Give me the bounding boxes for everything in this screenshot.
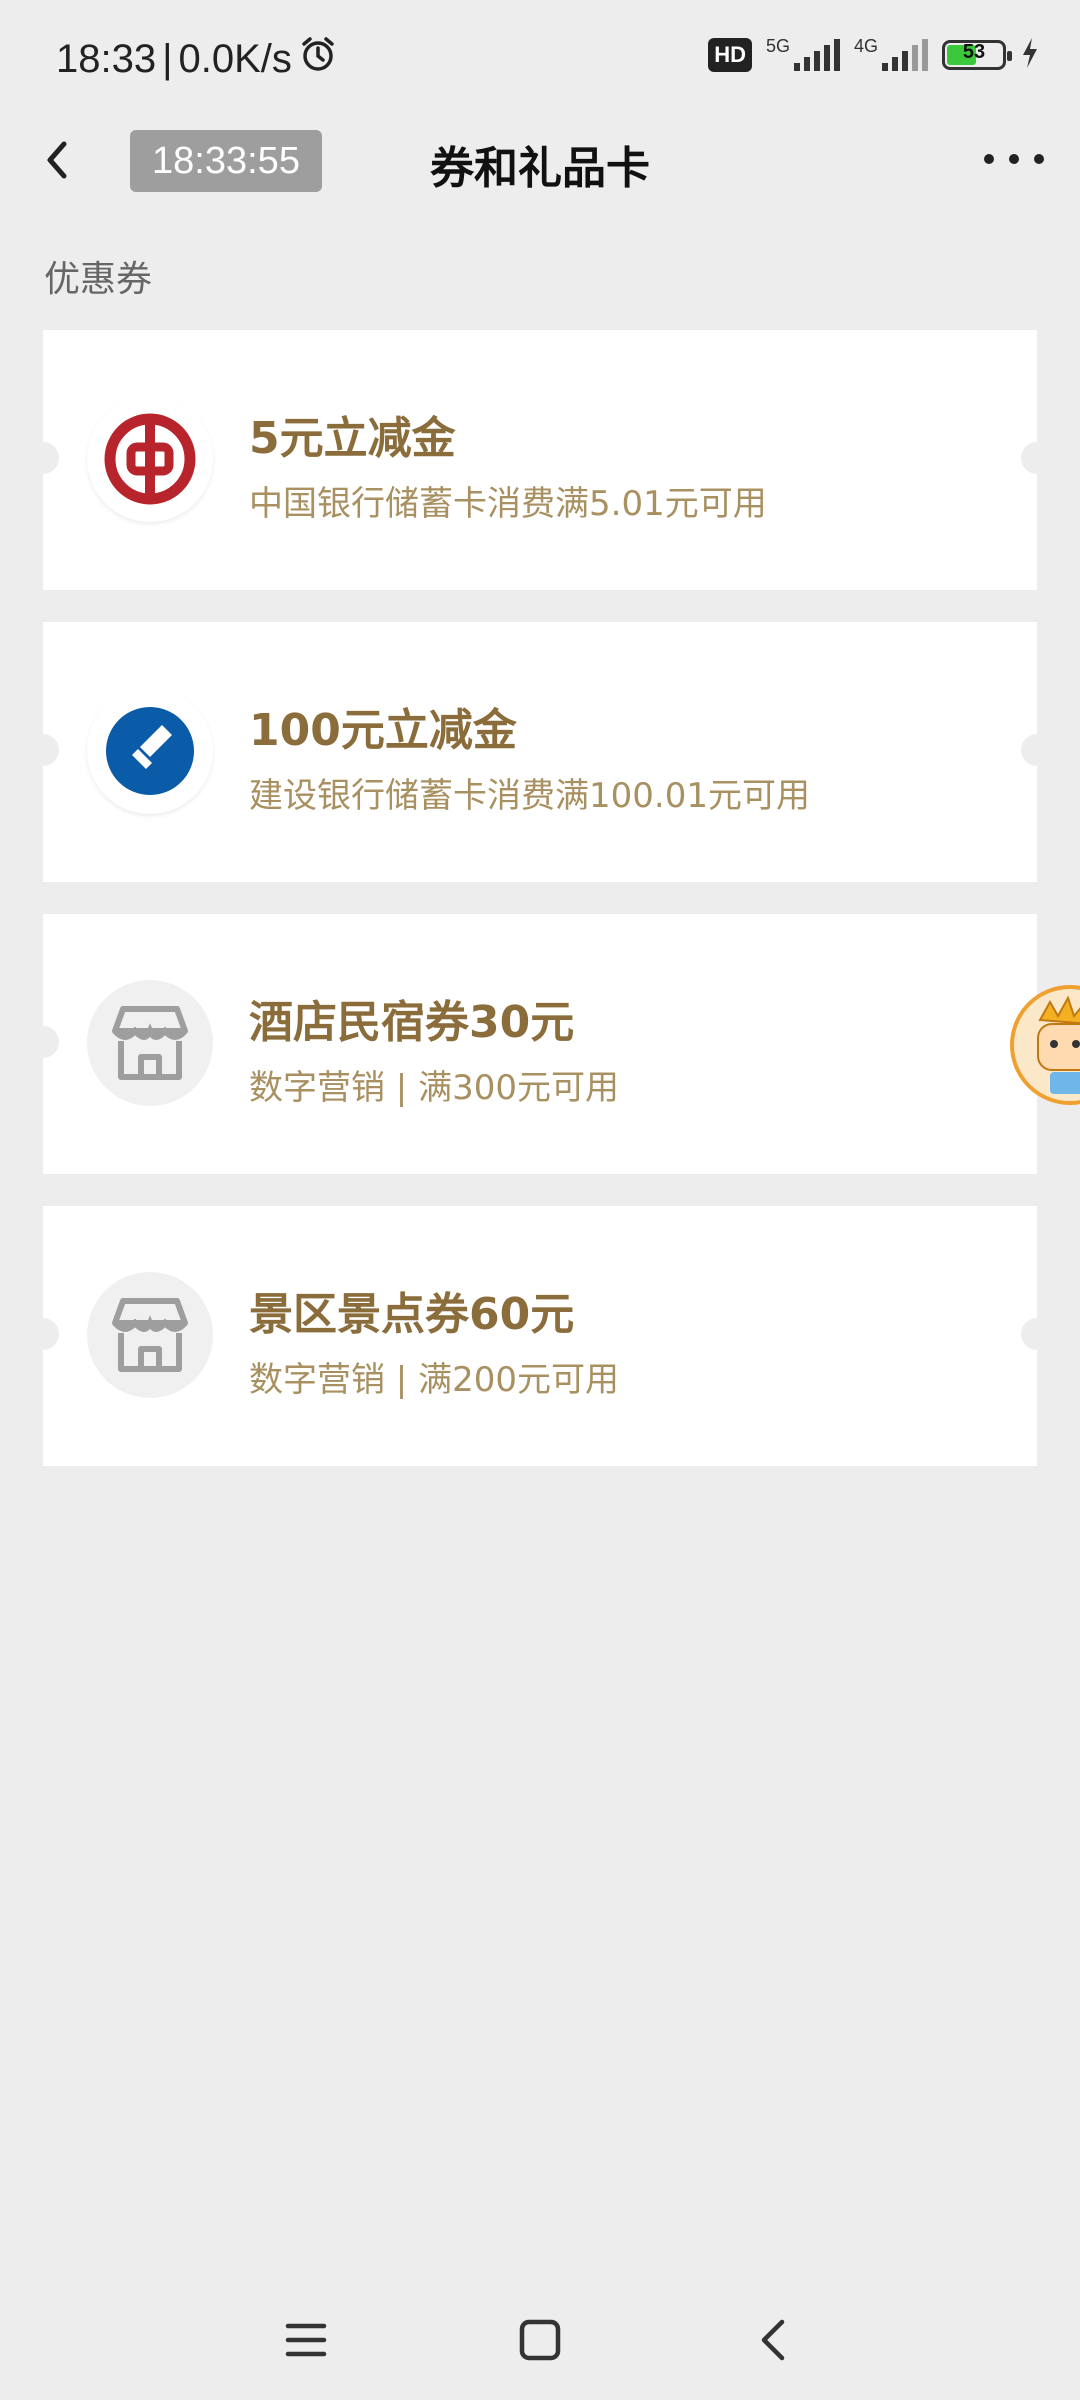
status-separator: | xyxy=(162,36,173,81)
coupon-description: 建设银行储蓄卡消费满100.01元可用 xyxy=(249,776,810,816)
back-icon xyxy=(761,2319,785,2361)
coupon-card[interactable]: 景区景点券60元 数字营销 | 满200元可用 xyxy=(27,1206,1053,1466)
status-bar: 18:33 | 0.0K/s HD 5G 4G 53 xyxy=(0,0,1080,120)
sim1-signal: 5G xyxy=(765,36,840,71)
coupon-description: 数字营销 | 满300元可用 xyxy=(249,1068,619,1108)
signal-bars-icon xyxy=(793,39,840,71)
status-time: 18:33 xyxy=(56,36,157,81)
sim1-network-label: 5G xyxy=(765,36,790,56)
status-right: HD 5G 4G 53 xyxy=(708,36,1040,74)
battery-icon: 53 xyxy=(942,40,1012,70)
card-notch xyxy=(1021,734,1053,766)
coupon-description: 中国银行储蓄卡消费满5.01元可用 xyxy=(249,484,767,524)
card-notch xyxy=(1021,1318,1053,1350)
card-notch xyxy=(1021,442,1053,474)
network-speed: 0.0K/s xyxy=(178,36,292,81)
store-icon xyxy=(87,1272,213,1398)
card-notch xyxy=(27,1318,59,1350)
coupon-card[interactable]: 酒店民宿券30元 数字营销 | 满300元可用 xyxy=(27,914,1053,1174)
charging-icon xyxy=(1020,36,1040,74)
sim2-signal: 4G xyxy=(853,36,928,71)
home-button[interactable] xyxy=(510,2310,570,2370)
menu-icon xyxy=(285,2323,327,2357)
coupon-card[interactable]: 100元立减金 建设银行储蓄卡消费满100.01元可用 xyxy=(27,622,1053,882)
coupon-description: 数字营销 | 满200元可用 xyxy=(249,1360,619,1400)
signal-bars-icon xyxy=(882,39,928,71)
coupon-title: 景区景点券60元 xyxy=(249,1289,575,1340)
card-notch xyxy=(27,734,59,766)
card-notch xyxy=(27,1026,59,1058)
more-options-button[interactable] xyxy=(984,134,1044,184)
coupon-title: 酒店民宿券30元 xyxy=(249,997,575,1048)
boc-logo-icon xyxy=(87,396,213,522)
more-dot-icon xyxy=(984,154,994,164)
hd-voice-badge: HD xyxy=(708,38,752,72)
battery-level: 53 xyxy=(962,41,986,63)
home-icon xyxy=(519,2319,561,2361)
card-notch xyxy=(27,442,59,474)
coupon-title: 100元立减金 xyxy=(249,705,517,756)
header: 18:33:55 券和礼品卡 xyxy=(0,120,1080,200)
more-dot-icon xyxy=(1009,154,1019,164)
system-navigation-bar xyxy=(0,2280,1080,2400)
page-title: 券和礼品卡 xyxy=(430,143,650,194)
floating-mascot-icon[interactable] xyxy=(1010,980,1080,1110)
more-dot-icon xyxy=(1034,154,1044,164)
coupon-title: 5元立减金 xyxy=(249,413,456,464)
section-title: 优惠券 xyxy=(44,259,153,300)
ccb-logo-icon xyxy=(87,688,213,814)
store-icon xyxy=(87,980,213,1106)
system-back-button[interactable] xyxy=(744,2310,804,2370)
coupon-card[interactable]: 5元立减金 中国银行储蓄卡消费满5.01元可用 xyxy=(27,330,1053,590)
sim2-network-label: 4G xyxy=(853,36,878,56)
alarm-icon xyxy=(298,34,338,84)
menu-button[interactable] xyxy=(276,2310,336,2370)
status-left: 18:33 | 0.0K/s xyxy=(56,34,338,84)
